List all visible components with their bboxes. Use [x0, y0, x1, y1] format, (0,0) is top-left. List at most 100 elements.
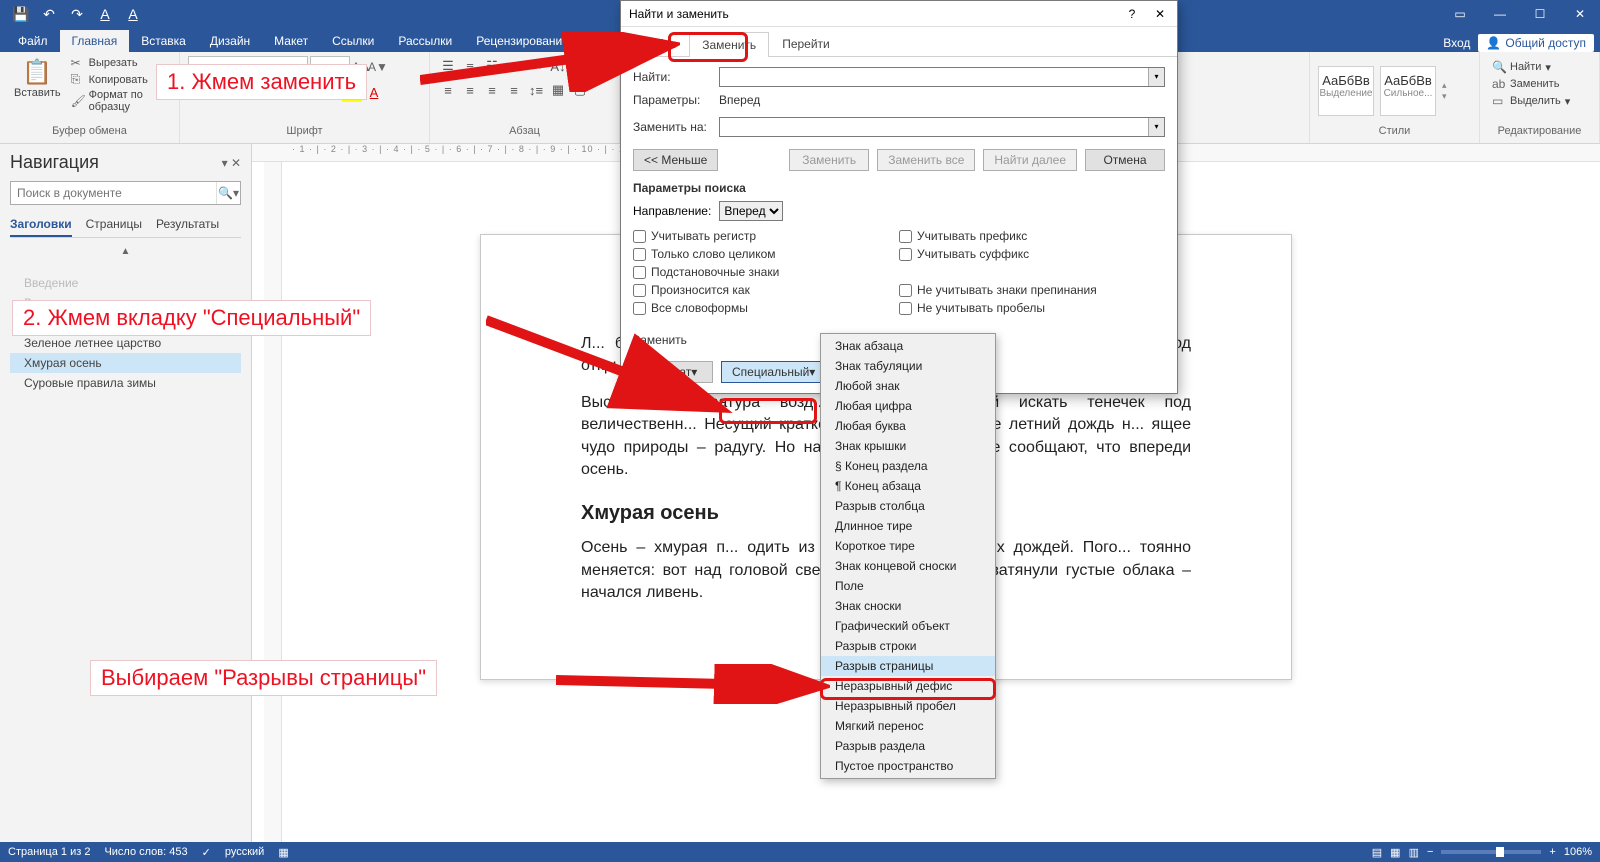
- close-icon[interactable]: ✕: [1560, 0, 1600, 28]
- special-menu-item[interactable]: Знак крышки: [821, 436, 995, 456]
- nav-close-icon[interactable]: ✕: [231, 156, 241, 170]
- special-menu-item[interactable]: Знак табуляции: [821, 356, 995, 376]
- special-button[interactable]: Специальный ▾: [721, 361, 826, 383]
- tab-design[interactable]: Дизайн: [198, 30, 262, 52]
- highlight-qat-icon[interactable]: A: [122, 3, 144, 25]
- nav-tab-results[interactable]: Результаты: [156, 213, 219, 237]
- redo-icon[interactable]: ↷: [66, 3, 88, 25]
- undo-icon[interactable]: ↶: [38, 3, 60, 25]
- paste-button[interactable]: 📋 Вставить: [8, 56, 67, 101]
- nav-tab-pages[interactable]: Страницы: [86, 213, 142, 237]
- nav-search-box[interactable]: 🔍▾: [10, 181, 241, 205]
- cancel-button[interactable]: Отмена: [1085, 149, 1165, 171]
- view-read-icon[interactable]: ▤: [1372, 846, 1382, 859]
- tab-layout[interactable]: Макет: [262, 30, 320, 52]
- ignore-space-checkbox[interactable]: Не учитывать пробелы: [899, 301, 1165, 315]
- nav-heading-item[interactable]: Введение: [10, 273, 241, 293]
- match-prefix-checkbox[interactable]: Учитывать префикс: [899, 229, 1165, 243]
- dialog-help-icon[interactable]: ?: [1119, 7, 1145, 21]
- copy-label: Копировать: [89, 74, 148, 86]
- tab-file[interactable]: Файл: [6, 30, 60, 52]
- zoom-in-icon[interactable]: +: [1549, 846, 1555, 858]
- status-macro-icon[interactable]: ▦: [278, 846, 288, 859]
- view-web-icon[interactable]: ▥: [1409, 846, 1419, 859]
- sign-in-link[interactable]: Вход: [1443, 36, 1470, 50]
- find-what-input[interactable]: ▾: [719, 67, 1165, 87]
- special-menu-item[interactable]: Короткое тире: [821, 536, 995, 556]
- less-button[interactable]: << Меньше: [633, 149, 718, 171]
- dialog-close-icon[interactable]: ✕: [1147, 7, 1173, 21]
- nav-tab-headings[interactable]: Заголовки: [10, 213, 72, 237]
- replace-button[interactable]: Заменить: [789, 149, 869, 171]
- special-menu-item[interactable]: § Конец раздела: [821, 456, 995, 476]
- tab-insert[interactable]: Вставка: [129, 30, 198, 52]
- tab-home[interactable]: Главная: [60, 30, 130, 52]
- replace-all-button[interactable]: Заменить все: [877, 149, 975, 171]
- special-menu-item[interactable]: Любая цифра: [821, 396, 995, 416]
- sounds-like-checkbox[interactable]: Произносится как: [633, 283, 899, 297]
- nav-search-input[interactable]: [11, 182, 216, 204]
- chevron-down-icon[interactable]: ▾: [1148, 118, 1164, 136]
- match-suffix-checkbox[interactable]: Учитывать суффикс: [899, 247, 1165, 261]
- special-menu-item[interactable]: Неразрывный дефис: [821, 676, 995, 696]
- special-menu-item[interactable]: Графический объект: [821, 616, 995, 636]
- wildcards-checkbox[interactable]: Подстановочные знаки: [633, 265, 899, 279]
- dialog-tab-replace[interactable]: Заменить: [689, 32, 769, 57]
- style-strong[interactable]: АаБбВвСильное...: [1380, 66, 1436, 116]
- status-words[interactable]: Число слов: 453: [104, 846, 187, 858]
- status-page[interactable]: Страница 1 из 2: [8, 846, 90, 858]
- font-color-qat-icon[interactable]: A: [94, 3, 116, 25]
- replace-button[interactable]: abЗаменить: [1492, 77, 1559, 91]
- replace-with-input[interactable]: ▾: [719, 117, 1165, 137]
- find-next-button[interactable]: Найти далее: [983, 149, 1077, 171]
- tab-references[interactable]: Ссылки: [320, 30, 386, 52]
- select-button[interactable]: ▭Выделить ▾: [1492, 94, 1570, 108]
- zoom-out-icon[interactable]: −: [1427, 846, 1433, 858]
- special-menu-item[interactable]: Разрыв страницы: [821, 656, 995, 676]
- wildcards-label: Подстановочные знаки: [651, 265, 779, 279]
- special-menu-item[interactable]: Разрыв раздела: [821, 736, 995, 756]
- maximize-icon[interactable]: ☐: [1520, 0, 1560, 28]
- direction-select[interactable]: Вперед: [719, 201, 783, 221]
- special-menu-item[interactable]: Любой знак: [821, 376, 995, 396]
- special-menu-item[interactable]: Знак концевой сноски: [821, 556, 995, 576]
- special-menu-item[interactable]: Разрыв столбца: [821, 496, 995, 516]
- chevron-down-icon[interactable]: ▾: [1148, 68, 1164, 86]
- save-icon[interactable]: 💾: [10, 3, 32, 25]
- special-menu-item[interactable]: Пустое пространство: [821, 756, 995, 776]
- special-menu-item[interactable]: ¶ Конец абзаца: [821, 476, 995, 496]
- special-menu-item[interactable]: Длинное тире: [821, 516, 995, 536]
- nav-collapse-toggle[interactable]: ▲: [10, 242, 241, 261]
- search-icon[interactable]: 🔍▾: [216, 182, 240, 204]
- share-icon: 👤: [1486, 36, 1501, 50]
- view-print-icon[interactable]: ▦: [1390, 846, 1400, 859]
- minimize-icon[interactable]: ―: [1480, 0, 1520, 28]
- nav-heading-item[interactable]: Суровые правила зимы: [10, 373, 241, 393]
- special-menu-item[interactable]: Разрыв строки: [821, 636, 995, 656]
- status-proofing-icon[interactable]: ✓: [202, 846, 211, 859]
- nav-heading-item[interactable]: Зеленое летнее царство: [10, 333, 241, 353]
- special-menu-item[interactable]: Мягкий перенос: [821, 716, 995, 736]
- find-button[interactable]: 🔍Найти ▾: [1492, 60, 1551, 74]
- special-menu-item[interactable]: Знак абзаца: [821, 336, 995, 356]
- style-emphasis[interactable]: АаБбВвВыделение: [1318, 66, 1374, 116]
- match-case-checkbox[interactable]: Учитывать регистр: [633, 229, 899, 243]
- select-label: Выделить: [1510, 95, 1561, 107]
- replace-label: Заменить: [1510, 78, 1559, 90]
- whole-words-checkbox[interactable]: Только слово целиком: [633, 247, 899, 261]
- nav-heading-item[interactable]: Хмурая осень: [10, 353, 241, 373]
- styles-more-icon[interactable]: ▴▾: [1442, 80, 1447, 102]
- special-menu-item[interactable]: Поле: [821, 576, 995, 596]
- decrease-font-icon[interactable]: A▼: [368, 60, 382, 74]
- special-menu-item[interactable]: Знак сноски: [821, 596, 995, 616]
- nav-dropdown-icon[interactable]: ▾: [222, 156, 228, 170]
- dialog-tab-goto[interactable]: Перейти: [769, 31, 843, 56]
- zoom-slider[interactable]: [1441, 850, 1541, 854]
- zoom-level[interactable]: 106%: [1564, 846, 1592, 858]
- share-button[interactable]: 👤Общий доступ: [1478, 34, 1594, 52]
- special-menu-item[interactable]: Любая буква: [821, 416, 995, 436]
- special-menu-item[interactable]: Неразрывный пробел: [821, 696, 995, 716]
- ribbon-options-icon[interactable]: ▭: [1440, 0, 1480, 28]
- status-language[interactable]: русский: [225, 846, 264, 858]
- ignore-punct-checkbox[interactable]: Не учитывать знаки препинания: [899, 283, 1165, 297]
